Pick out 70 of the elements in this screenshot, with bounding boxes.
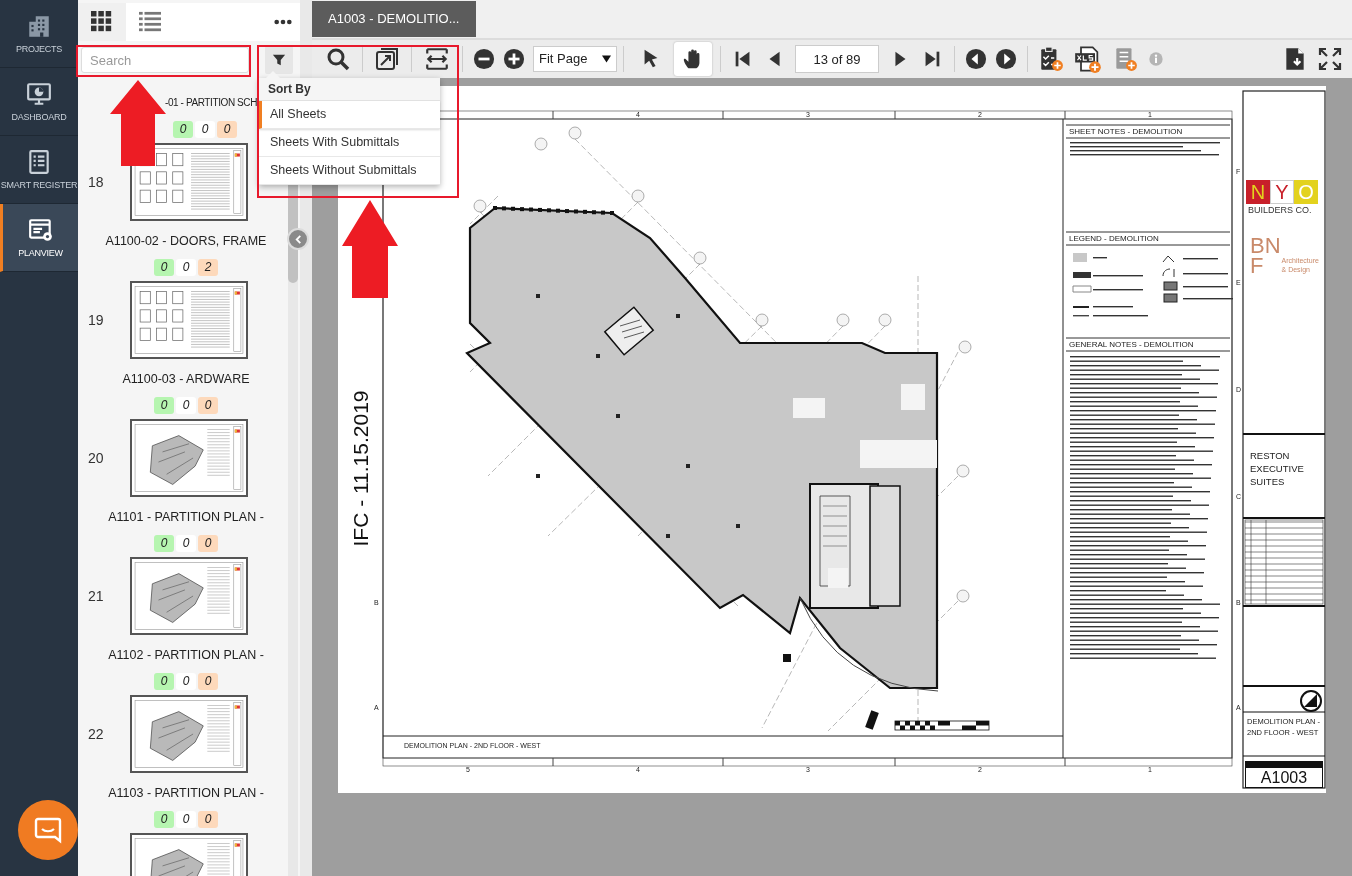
section-heading: SHEET NOTES - DEMOLITION xyxy=(1069,127,1183,137)
funnel-icon xyxy=(272,53,286,67)
architect-logo: BN F xyxy=(1250,236,1281,276)
sheet-number: 21 xyxy=(87,586,105,606)
fit-width-icon[interactable] xyxy=(424,46,450,72)
sheet-thumbnail[interactable] xyxy=(130,281,248,359)
chevron-left-icon xyxy=(293,234,303,244)
count-badge: 0 xyxy=(176,397,196,414)
count-badge: 0 xyxy=(176,535,196,552)
count-badge: 0 xyxy=(198,535,218,552)
sheet-number: A1003 xyxy=(1260,768,1308,787)
caret-icon xyxy=(602,55,611,63)
list-view-icon xyxy=(139,11,161,33)
count-badge: 0 xyxy=(173,121,193,138)
nav-item[interactable]: PLANVIEW xyxy=(0,204,78,272)
count-badge: 0 xyxy=(198,673,218,690)
grid-view-icon xyxy=(91,11,113,33)
sheet-title: A1102 - PARTITION PLAN - xyxy=(107,647,264,664)
sheet-thumbnail[interactable] xyxy=(130,419,248,497)
project-name: RESTON EXECUTIVE SUITES xyxy=(1250,449,1304,488)
sheet-title: A1101 - PARTITION PLAN - xyxy=(107,509,264,526)
sheet-gear-icon xyxy=(27,217,54,243)
section-heading: LEGEND - DEMOLITION xyxy=(1069,234,1159,244)
count-badge: 0 xyxy=(217,121,237,138)
sheet-number: 22 xyxy=(87,724,105,744)
sheet-number: 18 xyxy=(87,172,105,192)
sheet-title: A1100-03 - ARDWARE xyxy=(121,371,250,388)
sheet-thumbnail[interactable] xyxy=(130,557,248,635)
fit-to-page-icon[interactable] xyxy=(375,47,399,71)
sheet-thumbnail[interactable] xyxy=(130,143,248,221)
more-options-icon[interactable] xyxy=(274,19,292,25)
count-badge: 0 xyxy=(154,811,174,828)
spreadsheet-add-icon[interactable] xyxy=(1074,45,1102,73)
logo-caption: BUILDERS CO. xyxy=(1248,204,1312,216)
section-heading: GENERAL NOTES - DEMOLITION xyxy=(1069,340,1194,350)
sheet-thumbnail[interactable] xyxy=(130,695,248,773)
issue-date-label: IFC - 11.15.2019 xyxy=(349,390,371,547)
zoom-in-icon[interactable] xyxy=(503,48,525,70)
count-badge: 0 xyxy=(198,397,218,414)
sheet-title: A1103 - PARTITION PLAN - xyxy=(107,785,264,802)
monitor-chart-icon xyxy=(26,81,52,107)
sheet-number: 19 xyxy=(87,310,105,330)
search-field[interactable]: Search xyxy=(81,47,249,73)
count-badge: 0 xyxy=(154,397,174,414)
builder-logo: N Y O xyxy=(1246,180,1318,204)
count-badge: 0 xyxy=(154,259,174,276)
chat-bubble-icon xyxy=(34,816,62,844)
count-badge: 0 xyxy=(176,811,196,828)
sheet-number: 20 xyxy=(87,448,105,468)
search-icon[interactable] xyxy=(326,47,350,71)
page-number-field[interactable]: 13 of 89 xyxy=(795,45,879,73)
count-badge: 2 xyxy=(198,259,218,276)
fullscreen-icon[interactable] xyxy=(1318,47,1342,71)
count-badge: 0 xyxy=(154,535,174,552)
count-badge: 0 xyxy=(154,673,174,690)
zoom-select[interactable]: Fit Page xyxy=(533,46,617,72)
checklist-icon xyxy=(26,149,52,175)
sheet-title: A1100-02 - DOORS, FRAME xyxy=(104,233,267,250)
tool-button[interactable] xyxy=(674,42,712,76)
count-badge: 0 xyxy=(176,259,196,276)
filter-button[interactable] xyxy=(265,46,293,74)
clipboard-check-add-icon[interactable] xyxy=(1038,46,1064,72)
count-badge: 0 xyxy=(195,121,215,138)
view-toggle-button[interactable] xyxy=(78,3,126,41)
count-badge: 0 xyxy=(176,673,196,690)
building-icon xyxy=(26,13,52,39)
document-tab[interactable]: A1003 - DEMOLITIO... xyxy=(312,1,476,37)
sheet-title: -01 - PARTITION SCH xyxy=(164,96,258,110)
count-badge: 0 xyxy=(198,811,218,828)
zoom-out-icon[interactable] xyxy=(473,48,495,70)
